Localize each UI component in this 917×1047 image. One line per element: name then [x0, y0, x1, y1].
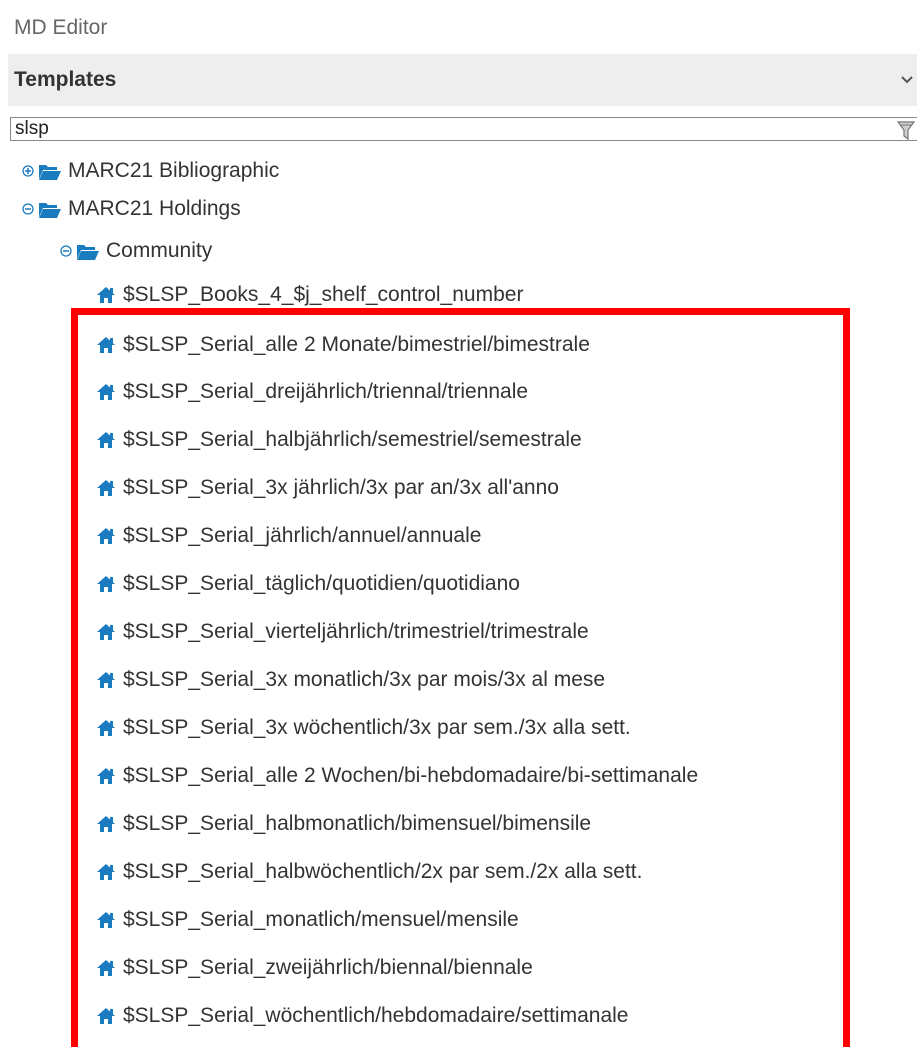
template-item[interactable]: $SLSP_Serial_3x monatlich/3x par mois/3x…	[96, 665, 605, 695]
template-item-label: $SLSP_Serial_jährlich/annuel/annuale	[123, 524, 482, 547]
template-item-label: $SLSP_Serial_wöchentlich/hebdomadaire/se…	[123, 1004, 629, 1027]
template-item-label: $SLSP_Serial_3x jährlich/3x par an/3x al…	[123, 476, 559, 499]
home-icon	[97, 287, 115, 303]
template-item-label: $SLSP_Serial_3x wöchentlich/3x par sem./…	[123, 716, 631, 739]
folder-open-icon	[39, 202, 61, 218]
template-item-label: $SLSP_Serial_halbwöchentlich/2x par sem.…	[123, 860, 643, 883]
chevron-down-icon[interactable]	[901, 70, 913, 90]
template-item[interactable]: $SLSP_Serial_zweijährlich/biennal/bienna…	[96, 953, 533, 983]
template-item[interactable]: $SLSP_Serial_halbjährlich/semestriel/sem…	[96, 425, 582, 455]
template-item[interactable]: $SLSP_Serial_täglich/quotidien/quotidian…	[96, 569, 520, 599]
folder-open-icon	[77, 244, 99, 260]
collapse-minus-icon[interactable]	[22, 203, 34, 215]
template-item[interactable]: $SLSP_Serial_3x jährlich/3x par an/3x al…	[96, 473, 559, 503]
home-icon	[97, 912, 115, 928]
template-item[interactable]: $SLSP_Serial_halbmonatlich/bimensuel/bim…	[96, 809, 591, 839]
template-item[interactable]: $SLSP_Serial_halbwöchentlich/2x par sem.…	[96, 857, 642, 887]
tree-node-label: MARC21 Holdings	[68, 197, 241, 220]
template-item[interactable]: $SLSP_Serial_dreijährlich/triennal/trien…	[96, 377, 528, 407]
home-icon	[97, 720, 115, 736]
template-item-label: $SLSP_Serial_halbjährlich/semestriel/sem…	[123, 428, 582, 451]
home-icon	[97, 576, 115, 592]
template-item[interactable]: $SLSP_Serial_monatlich/mensuel/mensile	[96, 905, 519, 935]
template-item[interactable]: $SLSP_Serial_3x wöchentlich/3x par sem./…	[96, 713, 631, 743]
template-item[interactable]: $SLSP_Serial_alle 2 Monate/bimestriel/bi…	[96, 330, 590, 360]
template-search	[10, 117, 917, 143]
home-icon	[97, 432, 115, 448]
template-item[interactable]: $SLSP_Serial_wöchentlich/hebdomadaire/se…	[96, 1001, 628, 1031]
template-item[interactable]: $SLSP_Books_4_$j_shelf_control_number	[96, 280, 523, 310]
template-item-label: $SLSP_Serial_zweijährlich/biennal/bienna…	[123, 956, 533, 979]
template-item[interactable]: $SLSP_Serial_vierteljährlich/trimestriel…	[96, 617, 589, 647]
template-item-label: $SLSP_Serial_täglich/quotidien/quotidian…	[123, 572, 520, 595]
tree-node-marc21-bibliographic[interactable]: MARC21 Bibliographic	[22, 156, 279, 186]
template-item-label: $SLSP_Serial_dreijährlich/triennal/trien…	[123, 380, 529, 403]
templates-section-header[interactable]: Templates	[8, 54, 917, 106]
app-title: MD Editor	[14, 16, 108, 39]
home-icon	[97, 816, 115, 832]
template-item-label: $SLSP_Serial_3x monatlich/3x par mois/3x…	[123, 668, 606, 691]
template-item-label: $SLSP_Serial_vierteljährlich/trimestriel…	[123, 620, 589, 643]
home-icon	[97, 480, 115, 496]
template-item-label: $SLSP_Serial_halbmonatlich/bimensuel/bim…	[123, 812, 592, 835]
home-icon	[97, 768, 115, 784]
tree-node-marc21-holdings[interactable]: MARC21 Holdings	[22, 194, 241, 224]
home-icon	[97, 337, 115, 353]
home-icon	[97, 864, 115, 880]
collapse-minus-icon[interactable]	[60, 245, 72, 257]
template-item[interactable]: $SLSP_Serial_alle 2 Wochen/bi-hebdomadai…	[96, 761, 698, 791]
home-icon	[97, 528, 115, 544]
tree-node-community[interactable]: Community	[60, 236, 212, 266]
home-icon	[97, 624, 115, 640]
tree-node-label: Community	[106, 239, 213, 262]
md-editor-panel: MD Editor Templates MARC21 Bibliographic	[0, 0, 917, 1047]
tree-node-label: MARC21 Bibliographic	[68, 159, 280, 182]
filter-icon[interactable]	[897, 121, 915, 141]
template-item-label: $SLSP_Serial_alle 2 Monate/bimestriel/bi…	[123, 333, 590, 356]
section-title: Templates	[14, 68, 117, 91]
template-item-label: $SLSP_Serial_monatlich/mensuel/mensile	[123, 908, 519, 931]
home-icon	[97, 1008, 115, 1024]
home-icon	[97, 960, 115, 976]
template-item[interactable]: $SLSP_Serial_jährlich/annuel/annuale	[96, 521, 481, 551]
search-input[interactable]	[10, 117, 917, 141]
template-item-label: $SLSP_Serial_alle 2 Wochen/bi-hebdomadai…	[123, 764, 699, 787]
expand-plus-icon[interactable]	[22, 165, 34, 177]
home-icon	[97, 672, 115, 688]
template-item-label: $SLSP_Books_4_$j_shelf_control_number	[123, 283, 524, 306]
folder-open-icon	[39, 164, 61, 180]
home-icon	[97, 384, 115, 400]
